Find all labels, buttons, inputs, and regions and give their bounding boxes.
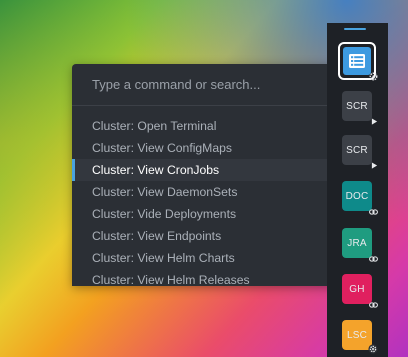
settings-icon [368,344,378,354]
dock-item-label: SCR [346,144,368,156]
dock-item-lsc[interactable]: LSC [342,320,378,354]
command-palette: Cluster: Open Terminal Cluster: View Con… [72,64,347,286]
command-item-open-terminal[interactable]: Cluster: Open Terminal [72,115,347,137]
link-icon [369,302,378,308]
command-item-view-cronjobs[interactable]: Cluster: View CronJobs [72,159,347,181]
dock-item-label: LSC [346,329,368,341]
dock-item-label: DOC [345,190,369,202]
play-icon [371,118,378,125]
settings-icon [369,72,378,81]
command-search-input[interactable] [72,64,347,105]
command-item-view-helm-charts[interactable]: Cluster: View Helm Charts [72,247,347,269]
dock-item-label: SCR [346,100,368,112]
dock-item-doc[interactable]: DOC [342,181,378,215]
dock-item-label: GH [349,283,365,295]
command-item-view-endpoints[interactable]: Cluster: View Endpoints [72,225,347,247]
active-indicator [344,28,366,30]
dock-item-jra[interactable]: JRA [342,228,378,262]
command-search-field[interactable] [72,64,347,106]
command-item-vide-deployments[interactable]: Cluster: Vide Deployments [72,203,347,225]
dock-item-gh[interactable]: GH [342,274,378,308]
command-item-view-daemonsets[interactable]: Cluster: View DaemonSets [72,181,347,203]
link-icon [369,256,378,262]
dock-item-scr-1[interactable]: SCR [342,91,378,125]
command-list: Cluster: Open Terminal Cluster: View Con… [72,115,347,286]
hotbar-dock: SCR SCR DOC JRA GH LSC [327,23,388,357]
play-icon [371,162,378,169]
command-item-view-helm-releases[interactable]: Cluster: View Helm Releases [72,269,347,286]
dock-item-scr-2[interactable]: SCR [342,135,378,169]
cluster-list-icon [343,47,371,75]
dock-item-cluster[interactable] [338,42,378,81]
link-icon [369,209,378,215]
dock-item-label: JRA [347,237,367,249]
command-item-view-configmaps[interactable]: Cluster: View ConfigMaps [72,137,347,159]
